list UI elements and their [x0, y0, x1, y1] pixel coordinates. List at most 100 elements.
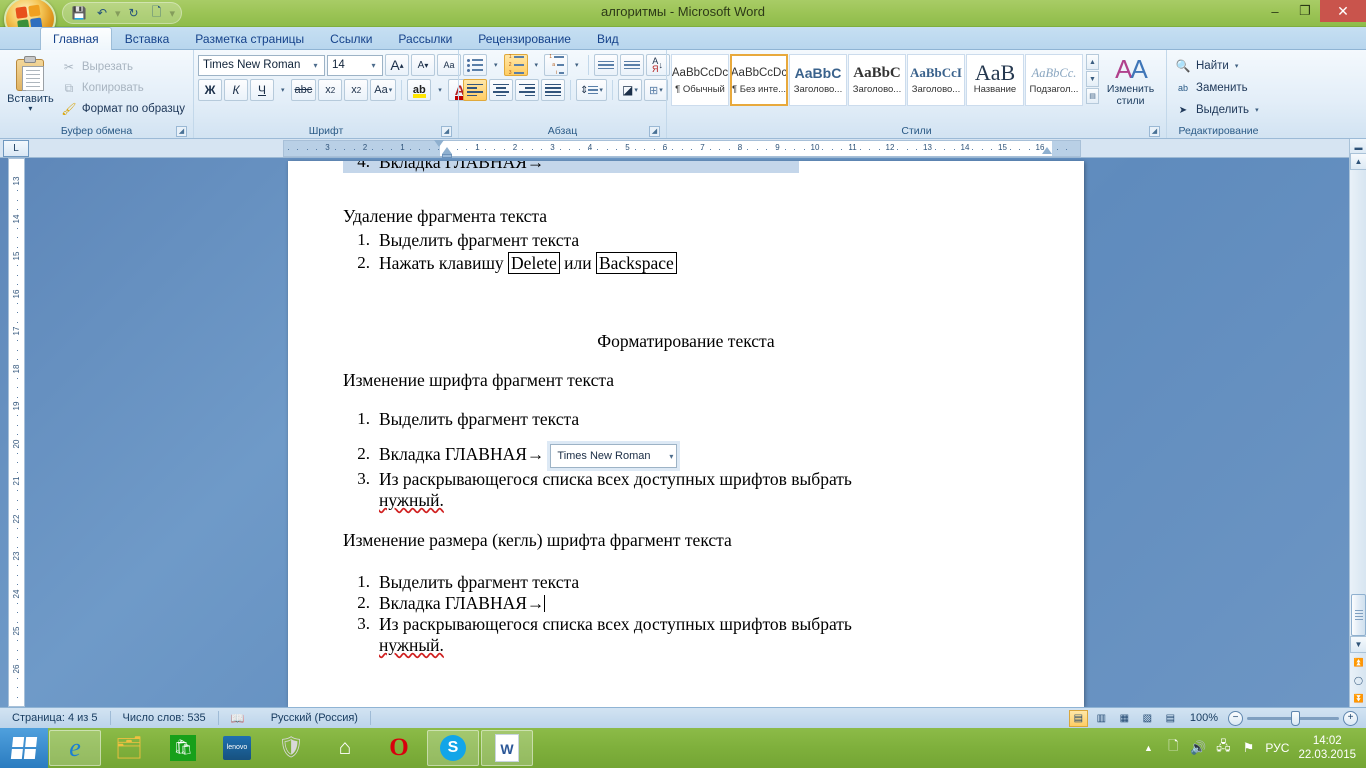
word-count[interactable]: Число слов: 535 — [111, 711, 218, 726]
taskbar-item-lenovo[interactable]: lenovo — [211, 730, 263, 766]
numbering-caret-icon[interactable]: ▾ — [530, 54, 543, 76]
document-body[interactable]: 4. Вкладка ГЛАВНАЯ→ Удаление фрагмента т… — [288, 161, 1084, 656]
strikethrough-button[interactable]: abc — [290, 79, 317, 101]
tab-page-layout[interactable]: Разметка страницы — [182, 28, 317, 49]
find-button[interactable]: 🔍 Найти ▾ — [1171, 56, 1263, 76]
borders-button[interactable]: ⊞ ▾ — [643, 79, 668, 101]
scroll-thumb[interactable] — [1351, 594, 1366, 636]
taskbar-item-windows-store[interactable]: 🛍 — [157, 730, 209, 766]
decrease-indent-button[interactable] — [593, 54, 618, 76]
clipboard-dialog-launcher[interactable]: ◢ — [176, 126, 187, 137]
taskbar-item-opera[interactable]: O — [373, 730, 425, 766]
tab-stop-selector[interactable]: L — [3, 139, 29, 157]
select-caret-icon[interactable]: ▾ — [1255, 106, 1259, 114]
bullets-button[interactable] — [463, 54, 487, 76]
proofing-status[interactable]: 📖 — [219, 711, 259, 726]
text-highlight-button[interactable]: ab — [407, 79, 432, 101]
view-print-layout-button[interactable]: ▤ — [1068, 709, 1088, 727]
align-left-button[interactable] — [463, 79, 487, 101]
show-hidden-icons-button[interactable]: ▲ — [1140, 740, 1156, 756]
cut-button[interactable]: ✂ Вырезать — [57, 57, 189, 77]
document-page[interactable]: 4. Вкладка ГЛАВНАЯ→ Удаление фрагмента т… — [288, 161, 1084, 707]
right-indent-marker[interactable] — [1042, 146, 1052, 154]
grow-font-button[interactable]: A ▴ — [385, 54, 409, 76]
vertical-ruler[interactable]: 13 14 15 16 17 18 19 20 21 22 23 24 25 26 — [8, 158, 25, 707]
style-item[interactable]: AaBbC Заголово... — [848, 54, 906, 106]
style-item[interactable]: AaBbCc. Подзагол... — [1025, 54, 1083, 106]
multilevel-list-button[interactable]: 1 a i — [544, 54, 569, 76]
view-full-screen-reading-button[interactable]: ▥ — [1092, 710, 1111, 727]
tab-home[interactable]: Главная — [40, 27, 112, 50]
next-page-button[interactable]: ⏬ — [1350, 690, 1366, 707]
horizontal-ruler[interactable]: 3 2 1 1 2 3 4 5 6 7 8 9 10 11 12 13 14 15 16 — [283, 139, 1081, 158]
language-indicator-tray[interactable]: РУС — [1265, 741, 1289, 755]
tab-mailings[interactable]: Рассылки — [385, 28, 465, 49]
shading-button[interactable]: ◪ ▾ — [617, 79, 642, 101]
style-item[interactable]: AaBbC Заголово... — [789, 54, 847, 106]
restore-button[interactable]: ❐ — [1290, 0, 1320, 22]
multilevel-caret-icon[interactable]: ▾ — [570, 54, 583, 76]
format-painter-button[interactable]: 🖌 Формат по образцу — [57, 99, 189, 119]
scroll-down-button[interactable]: ▼ — [1350, 636, 1366, 653]
battery-icon[interactable]: 🗋 — [1165, 738, 1181, 756]
zoom-slider[interactable] — [1247, 710, 1339, 726]
network-icon[interactable]: 🖧 — [1215, 738, 1231, 756]
shrink-font-button[interactable]: A ▾ — [411, 54, 435, 76]
taskbar-item-internet-explorer[interactable]: e — [49, 730, 101, 766]
tab-review[interactable]: Рецензирование — [465, 28, 584, 49]
page-indicator[interactable]: Страница: 4 из 5 — [0, 711, 110, 726]
find-caret-icon[interactable]: ▾ — [1235, 62, 1239, 70]
taskbar-item-skype[interactable]: S — [427, 730, 479, 766]
highlight-caret-icon[interactable]: ▾ — [433, 79, 446, 101]
styles-scroll-down-button[interactable]: ▼ — [1086, 71, 1099, 87]
line-spacing-button[interactable]: ⇕ ▾ — [576, 79, 607, 101]
change-styles-button[interactable]: AA Изменить стили — [1099, 54, 1162, 107]
increase-indent-button[interactable] — [619, 54, 644, 76]
zoom-in-button[interactable]: + — [1343, 710, 1358, 726]
previous-page-button[interactable]: ⏫ — [1350, 654, 1366, 671]
change-case-button[interactable]: Aa ▾ — [370, 79, 397, 101]
taskbar-item-file-explorer[interactable]: 🗂 — [103, 730, 155, 766]
copy-button[interactable]: ⧉ Копировать — [57, 78, 189, 98]
view-web-layout-button[interactable]: ▦ — [1115, 710, 1134, 727]
bold-button[interactable]: Ж — [198, 79, 222, 101]
font-size-combo[interactable]: 14 ▾ — [327, 54, 383, 76]
styles-scroll-up-button[interactable]: ▲ — [1086, 54, 1099, 70]
minimize-button[interactable]: – — [1260, 0, 1290, 22]
tab-view[interactable]: Вид — [584, 28, 632, 49]
font-dialog-launcher[interactable]: ◢ — [441, 126, 452, 137]
first-line-indent-marker[interactable] — [434, 139, 444, 147]
language-indicator[interactable]: Русский (Россия) — [259, 711, 370, 726]
style-item[interactable]: AaBbCcDc ¶ Обычный — [671, 54, 729, 106]
taskbar-item-home[interactable]: ⌂ — [319, 730, 371, 766]
volume-icon[interactable]: 🔊 — [1190, 740, 1206, 756]
left-indent-marker[interactable] — [442, 153, 452, 158]
taskbar-item-security[interactable]: 🛡 — [265, 730, 317, 766]
replace-button[interactable]: ab Заменить — [1171, 78, 1263, 98]
styles-dialog-launcher[interactable]: ◢ — [1149, 126, 1160, 137]
paste-caret-icon[interactable]: ▾ — [28, 105, 32, 113]
numbering-button[interactable]: 1 2 3 — [503, 54, 528, 76]
justify-button[interactable] — [541, 79, 565, 101]
paragraph-dialog-launcher[interactable]: ◢ — [649, 126, 660, 137]
zoom-slider-handle[interactable] — [1291, 710, 1300, 726]
select-browse-object-button[interactable]: ◯ — [1350, 672, 1366, 689]
taskbar-item-word[interactable]: W — [481, 730, 533, 766]
scroll-up-button[interactable]: ▲ — [1350, 153, 1366, 170]
superscript-button[interactable]: x2 — [344, 79, 369, 101]
align-center-button[interactable] — [489, 79, 513, 101]
style-item[interactable]: AaBbCcI Заголово... — [907, 54, 965, 106]
view-draft-button[interactable]: ▤ — [1161, 710, 1180, 727]
zoom-level[interactable]: 100% — [1184, 711, 1224, 726]
zoom-out-button[interactable]: − — [1228, 710, 1243, 726]
bullets-caret-icon[interactable]: ▾ — [489, 54, 502, 76]
underline-caret-icon[interactable]: ▾ — [276, 79, 289, 101]
action-center-flag-icon[interactable]: ⚑ — [1240, 740, 1256, 756]
close-button[interactable]: ✕ — [1320, 0, 1366, 22]
style-item[interactable]: AaBbCcDc ¶ Без инте... — [730, 54, 788, 106]
underline-button[interactable]: Ч — [250, 79, 274, 101]
select-button[interactable]: ➤ Выделить ▾ — [1171, 100, 1263, 120]
start-button[interactable] — [0, 728, 48, 768]
align-right-button[interactable] — [515, 79, 539, 101]
view-outline-button[interactable]: ▧ — [1138, 710, 1157, 727]
